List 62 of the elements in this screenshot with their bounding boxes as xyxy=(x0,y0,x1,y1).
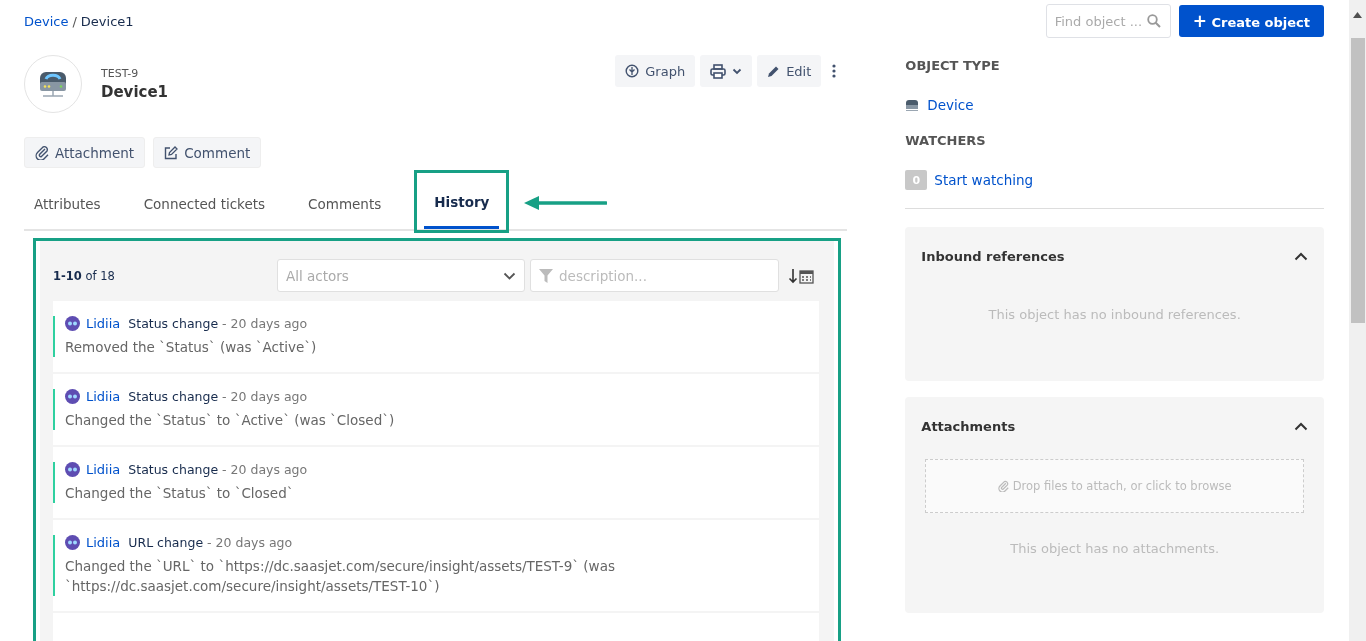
more-icon xyxy=(832,64,837,78)
attachment-button[interactable]: Attachment xyxy=(24,137,146,168)
breadcrumb-current: Device1 xyxy=(80,13,134,29)
user-link[interactable]: Lidiia xyxy=(86,462,121,477)
search-field[interactable]: Find object ... xyxy=(1045,4,1171,38)
change-description: Changed the `Status` to `Closed` xyxy=(65,484,295,503)
user-link[interactable]: Lidiia xyxy=(86,389,121,404)
panel-title: Attachments xyxy=(921,419,1016,434)
chevron-up-icon[interactable] xyxy=(1294,422,1308,431)
breadcrumb-separator: / xyxy=(72,13,77,29)
graph-icon xyxy=(625,64,640,78)
paperclip-icon xyxy=(35,145,49,160)
user-link[interactable]: Lidiia xyxy=(86,535,121,550)
create-object-button[interactable]: + Create object xyxy=(1178,5,1324,37)
change-type: URL change xyxy=(128,535,204,550)
toolbar-button[interactable]: Edit xyxy=(757,55,822,87)
pagination-range: 1-10 of 18 xyxy=(53,268,116,283)
chevron-down-icon xyxy=(503,271,516,280)
pencil-icon xyxy=(767,64,781,78)
object-type-link[interactable]: Device xyxy=(927,97,974,113)
change-time: - 20 days ago xyxy=(222,316,308,331)
user-link[interactable]: Lidiia xyxy=(86,316,121,331)
tab[interactable]: Attributes xyxy=(24,178,111,229)
section-heading: OBJECT TYPE xyxy=(905,58,1001,73)
change-type: Status change xyxy=(128,316,219,331)
description-filter-field[interactable]: description... xyxy=(530,259,779,292)
breadcrumb-link[interactable]: Device xyxy=(24,13,69,29)
empty-message: This object has no inbound references. xyxy=(987,307,1242,322)
print-button[interactable] xyxy=(700,55,753,87)
comment-button[interactable]: Comment xyxy=(153,137,262,168)
tab[interactable]: History xyxy=(424,178,500,229)
change-description: Removed the `Status` (was `Active`) xyxy=(65,338,318,357)
printer-icon xyxy=(710,63,727,79)
object-name: Device1 xyxy=(101,83,170,101)
scroll-up-icon[interactable] xyxy=(1353,12,1362,18)
scrollbar[interactable] xyxy=(1349,0,1366,641)
caret-icon xyxy=(732,67,743,75)
scrollbar-thumb[interactable] xyxy=(1350,38,1365,323)
device-icon xyxy=(905,99,920,111)
change-time: - 20 days ago xyxy=(222,462,308,477)
change-description: Changed the `URL` to `https://dc.saasjet.com/secure/insight/assets/TEST-9` (was `https://dc.saasjet.com/secure/insight/assets/TEST-10`) xyxy=(65,557,616,596)
change-type: Status change xyxy=(128,462,219,477)
tab[interactable]: Comments xyxy=(298,178,392,229)
user-avatar-icon xyxy=(65,389,80,404)
edit-icon xyxy=(164,145,179,160)
change-time: - 20 days ago xyxy=(207,535,293,550)
tab[interactable]: Connected tickets xyxy=(133,178,276,229)
change-description: Changed the `Status` to `Active` (was `Closed`) xyxy=(65,411,396,430)
user-avatar-icon xyxy=(65,535,80,550)
start-watching-link[interactable]: Start watching xyxy=(934,172,1034,188)
section-heading: WATCHERS xyxy=(905,133,987,148)
panel-title: Inbound references xyxy=(921,249,1065,264)
change-time: - 20 days ago xyxy=(222,389,308,404)
search-icon xyxy=(1146,14,1161,28)
user-avatar-icon xyxy=(65,316,80,331)
chevron-up-icon[interactable] xyxy=(1294,252,1308,261)
toolbar-button[interactable]: Graph xyxy=(615,55,696,87)
change-type: Status change xyxy=(128,389,219,404)
user-avatar-icon xyxy=(65,462,80,477)
object-key: TEST-9 xyxy=(101,67,616,80)
paperclip-icon xyxy=(997,480,1009,492)
empty-message: This object has no attachments. xyxy=(1009,541,1221,556)
